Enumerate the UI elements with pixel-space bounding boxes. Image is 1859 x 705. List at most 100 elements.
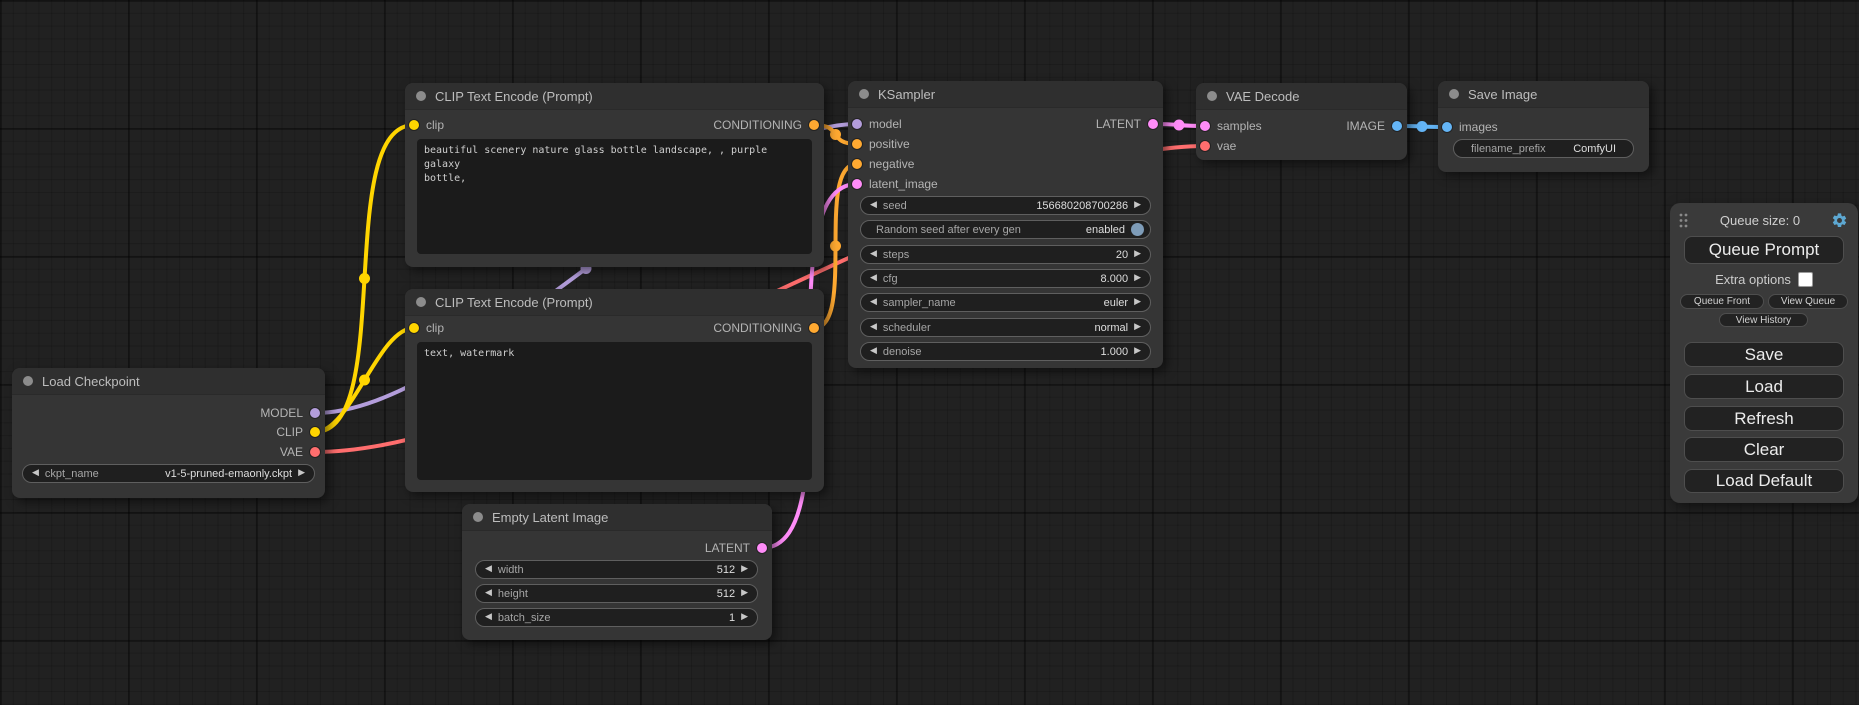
node-title-bar[interactable]: CLIP Text Encode (Prompt) [405,289,824,316]
load-default-button[interactable]: Load Default [1684,469,1844,493]
collapse-dot-icon[interactable] [416,297,426,307]
collapse-dot-icon[interactable] [473,512,483,522]
input-slot-vae[interactable]: vae [1200,137,1236,155]
output-slot-conditioning[interactable]: CONDITIONING [713,319,819,337]
increment-arrow-icon[interactable]: ▶ [1134,298,1141,307]
drag-handle-icon[interactable] [1678,212,1689,229]
collapse-dot-icon[interactable] [1207,91,1217,101]
clear-button[interactable]: Clear [1684,437,1844,462]
node-title-bar[interactable]: Empty Latent Image [462,504,772,531]
conditioning-output-dot[interactable] [809,323,819,333]
load-button[interactable]: Load [1684,374,1844,399]
decrement-arrow-icon[interactable]: ◀ [870,274,877,283]
collapse-dot-icon[interactable] [416,91,426,101]
node-empty-latent-image[interactable]: Empty Latent Image LATENT ◀ width 512 ▶ … [462,504,772,640]
increment-arrow-icon[interactable]: ▶ [741,613,748,622]
output-slot-latent[interactable]: LATENT [705,539,767,557]
output-slot-model[interactable]: MODEL [260,404,320,422]
output-slot-image[interactable]: IMAGE [1346,117,1402,135]
gear-icon[interactable] [1831,212,1848,229]
output-slot-clip[interactable]: CLIP [276,423,320,441]
filename-prefix-widget[interactable]: filename_prefix ComfyUI [1453,139,1634,158]
images-input-dot[interactable] [1442,122,1452,132]
increment-arrow-icon[interactable]: ▶ [741,589,748,598]
view-history-button[interactable]: View History [1719,313,1808,327]
increment-arrow-icon[interactable]: ▶ [298,469,305,478]
node-vae-decode[interactable]: VAE Decode samples vae IMAGE [1196,83,1407,160]
model-output-dot[interactable] [310,408,320,418]
positive-prompt-textarea[interactable]: beautiful scenery nature glass bottle la… [417,139,812,254]
collapse-dot-icon[interactable] [859,89,869,99]
negative-prompt-textarea[interactable]: text, watermark [417,342,812,480]
sampler-name-widget[interactable]: ◀ sampler_name euler ▶ [860,293,1151,312]
clip-input-dot[interactable] [409,323,419,333]
node-title-bar[interactable]: CLIP Text Encode (Prompt) [405,83,824,110]
node-clip-text-encode-negative[interactable]: CLIP Text Encode (Prompt) clip CONDITION… [405,289,824,492]
positive-input-dot[interactable] [852,139,862,149]
collapse-dot-icon[interactable] [1449,89,1459,99]
increment-arrow-icon[interactable]: ▶ [1134,201,1141,210]
denoise-widget[interactable]: ◀ denoise 1.000 ▶ [860,342,1151,361]
height-widget[interactable]: ◀ height 512 ▶ [475,584,758,603]
collapse-dot-icon[interactable] [23,376,33,386]
node-graph-canvas[interactable]: Load Checkpoint MODEL CLIP VAE ◀ ckpt_na… [0,0,1859,705]
samples-input-dot[interactable] [1200,121,1210,131]
vae-input-dot[interactable] [1200,141,1210,151]
increment-arrow-icon[interactable]: ▶ [1134,347,1141,356]
conditioning-output-dot[interactable] [809,120,819,130]
clip-input-dot[interactable] [409,120,419,130]
increment-arrow-icon[interactable]: ▶ [741,565,748,574]
decrement-arrow-icon[interactable]: ◀ [32,469,39,478]
input-slot-positive[interactable]: positive [852,135,910,153]
width-widget[interactable]: ◀ width 512 ▶ [475,560,758,579]
negative-input-dot[interactable] [852,159,862,169]
latent-output-dot[interactable] [757,543,767,553]
random-seed-toggle-widget[interactable]: Random seed after every gen enabled [860,220,1151,239]
decrement-arrow-icon[interactable]: ◀ [870,298,877,307]
decrement-arrow-icon[interactable]: ◀ [870,201,877,210]
input-slot-negative[interactable]: negative [852,155,914,173]
decrement-arrow-icon[interactable]: ◀ [870,250,877,259]
input-slot-images[interactable]: images [1442,118,1498,136]
queue-front-button[interactable]: Queue Front [1680,294,1764,309]
input-slot-samples[interactable]: samples [1200,117,1262,135]
decrement-arrow-icon[interactable]: ◀ [485,613,492,622]
node-title-bar[interactable]: KSampler [848,81,1163,108]
latent-image-input-dot[interactable] [852,179,862,189]
decrement-arrow-icon[interactable]: ◀ [870,347,877,356]
latent-output-dot[interactable] [1148,119,1158,129]
input-slot-latent-image[interactable]: latent_image [852,175,938,193]
view-queue-button[interactable]: View Queue [1768,294,1848,309]
toggle-knob-icon[interactable] [1131,223,1144,236]
node-save-image[interactable]: Save Image images filename_prefix ComfyU… [1438,81,1649,172]
input-slot-model[interactable]: model [852,115,902,133]
node-title-bar[interactable]: Load Checkpoint [12,368,325,395]
scheduler-widget[interactable]: ◀ scheduler normal ▶ [860,318,1151,337]
increment-arrow-icon[interactable]: ▶ [1134,274,1141,283]
node-clip-text-encode-positive[interactable]: CLIP Text Encode (Prompt) clip CONDITION… [405,83,824,267]
vae-output-dot[interactable] [310,447,320,457]
batch-size-widget[interactable]: ◀ batch_size 1 ▶ [475,608,758,627]
input-slot-clip[interactable]: clip [409,319,444,337]
node-ksampler[interactable]: KSampler model positive negative latent_… [848,81,1163,368]
decrement-arrow-icon[interactable]: ◀ [870,323,877,332]
decrement-arrow-icon[interactable]: ◀ [485,589,492,598]
cfg-widget[interactable]: ◀ cfg 8.000 ▶ [860,269,1151,288]
refresh-button[interactable]: Refresh [1684,406,1844,431]
save-button[interactable]: Save [1684,342,1844,367]
increment-arrow-icon[interactable]: ▶ [1134,250,1141,259]
output-slot-latent[interactable]: LATENT [1096,115,1158,133]
increment-arrow-icon[interactable]: ▶ [1134,323,1141,332]
model-input-dot[interactable] [852,119,862,129]
queue-prompt-button[interactable]: Queue Prompt [1684,236,1844,264]
clip-output-dot[interactable] [310,427,320,437]
ckpt-name-widget[interactable]: ◀ ckpt_name v1-5-pruned-emaonly.ckpt ▶ [22,464,315,483]
input-slot-clip[interactable]: clip [409,116,444,134]
image-output-dot[interactable] [1392,121,1402,131]
node-load-checkpoint[interactable]: Load Checkpoint MODEL CLIP VAE ◀ ckpt_na… [12,368,325,498]
decrement-arrow-icon[interactable]: ◀ [485,565,492,574]
output-slot-conditioning[interactable]: CONDITIONING [713,116,819,134]
seed-widget[interactable]: ◀ seed 156680208700286 ▶ [860,196,1151,215]
node-title-bar[interactable]: VAE Decode [1196,83,1407,110]
output-slot-vae[interactable]: VAE [280,443,320,461]
